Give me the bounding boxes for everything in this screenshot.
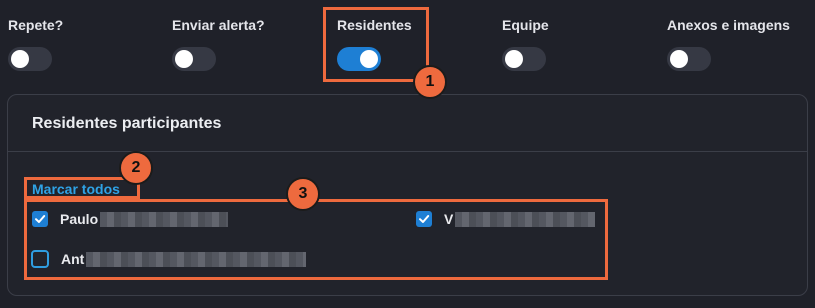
toggle-enviar-alerta: Enviar alerta? — [172, 17, 265, 71]
toggle-repete: Repete? — [8, 17, 64, 71]
annotation-badge-3: 3 — [286, 177, 320, 211]
toggle-label-anexos-imagens: Anexos e imagens — [667, 17, 790, 33]
toggle-label-equipe: Equipe — [502, 17, 549, 33]
annotation-box-3 — [24, 199, 608, 280]
switch-knob — [175, 50, 193, 68]
enviar-alerta-switch[interactable] — [172, 47, 216, 71]
toggle-label-repete: Repete? — [8, 17, 64, 33]
annotation-box-1 — [323, 7, 429, 82]
toggle-equipe: Equipe — [502, 17, 549, 71]
card-title: Residentes participantes — [32, 115, 222, 132]
switch-knob — [11, 50, 29, 68]
toggle-label-enviar-alerta: Enviar alerta? — [172, 17, 265, 33]
repete-switch[interactable] — [8, 47, 52, 71]
annotation-box-2 — [24, 177, 140, 199]
toggle-anexos-imagens: Anexos e imagens — [667, 17, 790, 71]
annotation-badge-2: 2 — [119, 151, 153, 185]
anexos-imagens-switch[interactable] — [667, 47, 711, 71]
equipe-switch[interactable] — [502, 47, 546, 71]
annotation-badge-1: 1 — [413, 65, 447, 99]
switch-knob — [670, 50, 688, 68]
switch-knob — [505, 50, 523, 68]
